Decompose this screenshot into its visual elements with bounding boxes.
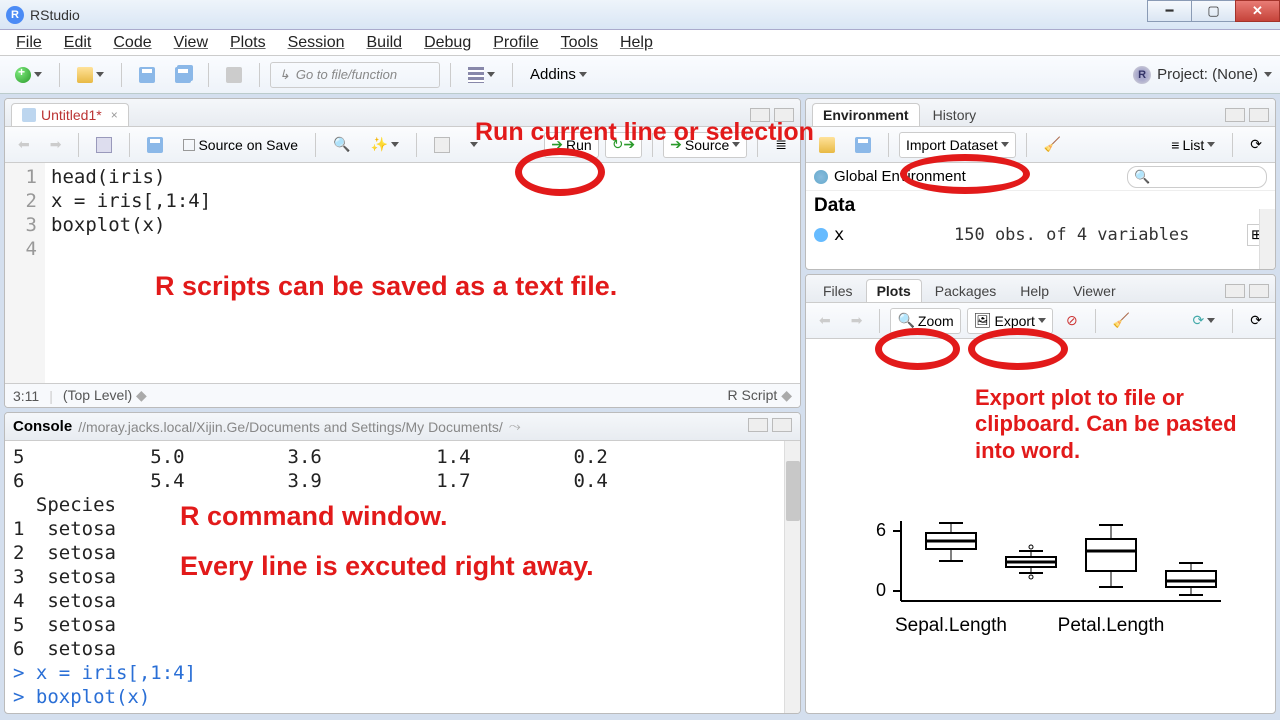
refresh-env-button[interactable]: ⟳: [1243, 132, 1269, 158]
menu-help[interactable]: Help: [610, 31, 663, 55]
menu-plots[interactable]: Plots: [220, 31, 276, 55]
compile-report-button[interactable]: [427, 132, 457, 158]
menubar: File Edit Code View Plots Session Build …: [0, 30, 1280, 56]
environment-pane: Environment History Import Dataset 🧹 ≡ L…: [805, 98, 1276, 270]
svg-text:Petal.Length: Petal.Length: [1057, 615, 1164, 636]
goto-file-input[interactable]: ↳Go to file/function: [270, 62, 440, 88]
env-scrollbar[interactable]: [1259, 209, 1275, 269]
console-maximize-button[interactable]: [772, 418, 792, 432]
tab-help[interactable]: Help: [1009, 279, 1060, 302]
env-data-section: Data: [806, 191, 1275, 221]
menu-edit[interactable]: Edit: [54, 31, 102, 55]
data-icon: [814, 228, 828, 242]
tab-viewer[interactable]: Viewer: [1062, 279, 1127, 302]
load-workspace-button[interactable]: [812, 132, 842, 158]
main-toolbar: ↳Go to file/function Addins R Project: (…: [0, 56, 1280, 94]
svg-text:Sepal.Length: Sepal.Length: [895, 615, 1007, 636]
export-hint-text: Export plot to file or clipboard. Can be…: [975, 385, 1245, 464]
plot-next-button[interactable]: ➡: [844, 308, 870, 334]
wand-button[interactable]: ✨: [364, 132, 406, 158]
zoom-oval-annotation: [875, 328, 960, 370]
export-oval-annotation: [968, 328, 1068, 370]
tab-files[interactable]: Files: [812, 279, 864, 302]
env-var-row[interactable]: x 150 obs. of 4 variables ⊞: [806, 221, 1275, 249]
list-view-button[interactable]: ≡ List: [1164, 132, 1222, 158]
menu-code[interactable]: Code: [103, 31, 161, 55]
tab-environment[interactable]: Environment: [812, 103, 920, 126]
refresh-plot-button[interactable]: ⟳: [1243, 308, 1269, 334]
console-hint1-text: R command window.: [180, 500, 448, 532]
app-icon: R: [6, 6, 24, 24]
scope-selector[interactable]: (Top Level) ◆: [63, 387, 147, 404]
menu-debug[interactable]: Debug: [414, 31, 481, 55]
save-workspace-button[interactable]: [848, 132, 878, 158]
r-file-icon: [22, 108, 36, 122]
run-hint-text: Run current line or selection: [475, 117, 814, 147]
svg-text:0: 0: [875, 580, 885, 600]
grid-view-button[interactable]: [461, 62, 502, 88]
env-search-input[interactable]: 🔍: [1127, 166, 1267, 188]
console-hint2-text: Every line is excuted right away.: [180, 550, 594, 582]
plots-max-button[interactable]: [1249, 284, 1269, 298]
console-arrow-icon[interactable]: ⤳: [509, 418, 521, 435]
console-path: //moray.jacks.local/Xijin.Ge/Documents a…: [78, 419, 503, 435]
menu-build[interactable]: Build: [357, 31, 413, 55]
cursor-position: 3:11: [13, 388, 39, 404]
window-title: RStudio: [30, 7, 80, 23]
close-tab-button[interactable]: ×: [111, 108, 118, 122]
console-minimize-button[interactable]: [748, 418, 768, 432]
menu-view[interactable]: View: [164, 31, 218, 55]
source-on-save-check[interactable]: Source on Save: [176, 132, 305, 158]
menu-file[interactable]: File: [6, 31, 52, 55]
env-max-button[interactable]: [1249, 108, 1269, 122]
menu-session[interactable]: Session: [278, 31, 355, 55]
menu-profile[interactable]: Profile: [483, 31, 548, 55]
project-selector[interactable]: R Project: (None): [1133, 66, 1272, 84]
tab-packages[interactable]: Packages: [924, 279, 1007, 302]
menu-tools[interactable]: Tools: [551, 31, 608, 55]
print-button[interactable]: [219, 62, 249, 88]
show-in-new-window-button[interactable]: [89, 132, 119, 158]
find-button[interactable]: 🔍: [326, 132, 357, 158]
close-button[interactable]: ✕: [1235, 0, 1280, 22]
run-oval-annotation: [515, 148, 605, 196]
plot-prev-button[interactable]: ⬅: [812, 308, 838, 334]
save-source-button[interactable]: [140, 132, 170, 158]
import-oval-annotation: [900, 154, 1030, 194]
svg-text:6: 6: [875, 520, 885, 540]
remove-plot-button[interactable]: ⊘: [1059, 308, 1085, 334]
tab-plots[interactable]: Plots: [866, 279, 922, 302]
save-all-button[interactable]: [168, 62, 198, 88]
clear-workspace-button[interactable]: 🧹: [1037, 132, 1068, 158]
new-file-button[interactable]: [8, 62, 49, 88]
save-hint-text: R scripts can be saved as a text file.: [155, 270, 617, 302]
filetype-selector[interactable]: R Script ◆: [728, 387, 792, 404]
save-button[interactable]: [132, 62, 162, 88]
minimize-button[interactable]: ━: [1147, 0, 1192, 22]
plots-min-button[interactable]: [1225, 284, 1245, 298]
clear-plots-button[interactable]: 🧹: [1106, 308, 1137, 334]
forward-button[interactable]: ➡: [43, 132, 69, 158]
publish-button[interactable]: ⟳: [1186, 308, 1223, 334]
addins-button[interactable]: Addins: [523, 62, 594, 88]
back-button[interactable]: ⬅: [11, 132, 37, 158]
tab-history[interactable]: History: [922, 103, 988, 126]
env-min-button[interactable]: [1225, 108, 1245, 122]
console-title: Console: [13, 418, 72, 435]
console-scrollbar[interactable]: [784, 441, 800, 713]
source-tab[interactable]: Untitled1* ×: [11, 103, 129, 126]
boxplot-chart: 6 0: [831, 511, 1251, 661]
globe-icon: [814, 170, 828, 184]
open-file-button[interactable]: [70, 62, 111, 88]
maximize-button[interactable]: ▢: [1191, 0, 1236, 22]
window-titlebar: R RStudio ━ ▢ ✕: [0, 0, 1280, 30]
source-tab-title: Untitled1*: [41, 107, 102, 123]
